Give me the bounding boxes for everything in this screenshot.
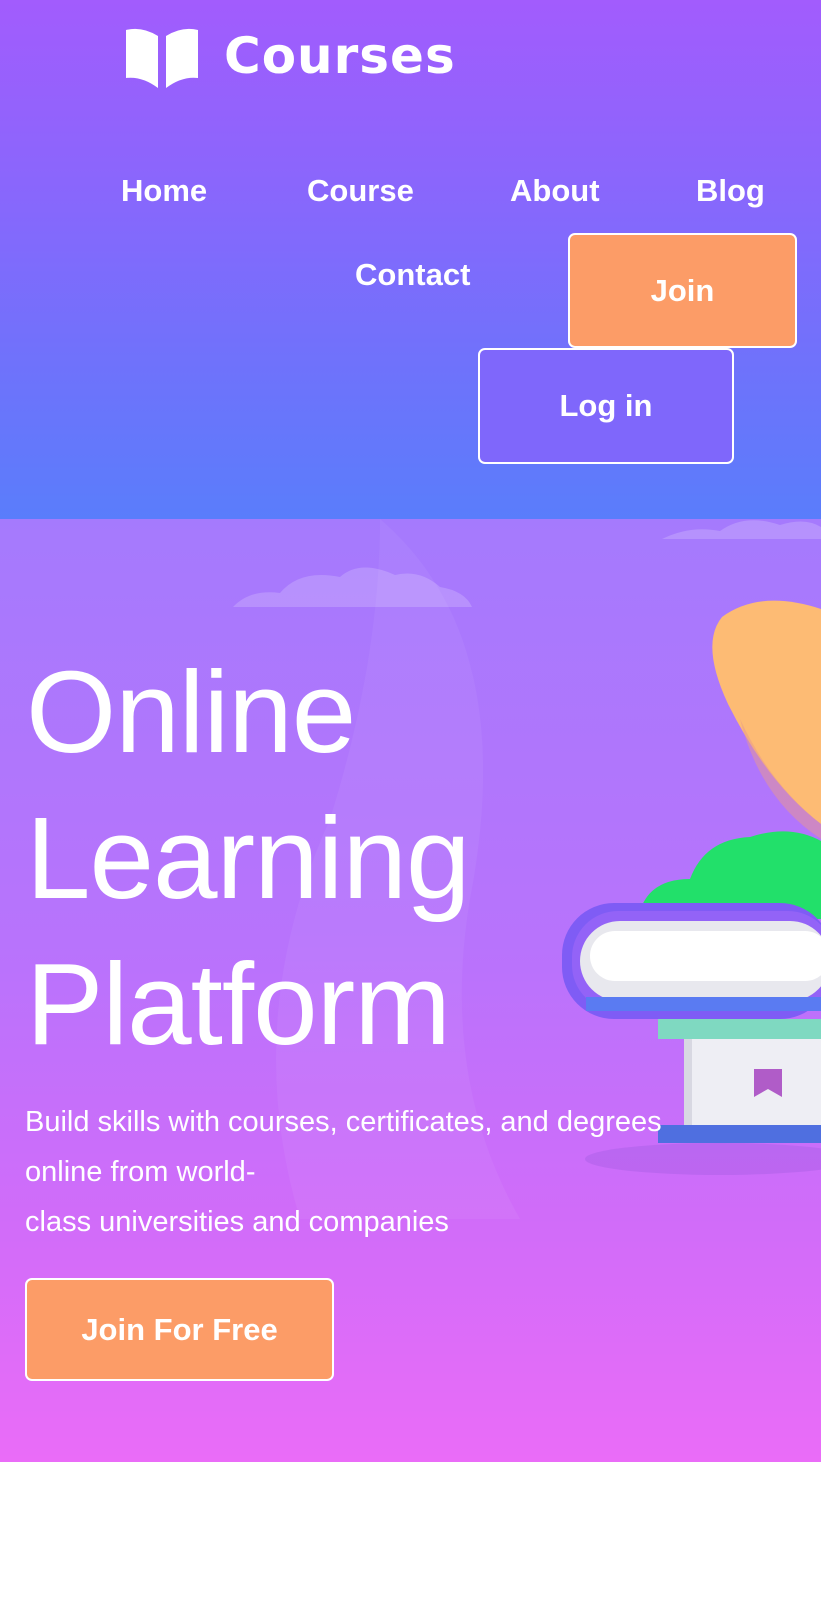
hero-title-line-2: Learning — [26, 793, 470, 923]
hero-title-line-1: Online — [26, 647, 356, 777]
hero-subtitle-line-3: class universities and companies — [25, 1206, 449, 1238]
nav-course[interactable]: Course — [307, 175, 414, 206]
nav-contact[interactable]: Contact — [355, 259, 470, 290]
hero-title-line-3: Platform — [26, 939, 451, 1069]
hero-subtitle-line-2: online from world- — [25, 1156, 256, 1188]
hero-subtitle-line-1: Build skills with courses, certificates,… — [25, 1106, 662, 1138]
brand-name: Courses — [224, 27, 456, 85]
nav-blog[interactable]: Blog — [696, 175, 765, 206]
login-button[interactable]: Log in — [478, 348, 734, 464]
hero-title: Online Learning Platform — [26, 639, 586, 1077]
open-book-icon — [126, 28, 198, 88]
nav-home[interactable]: Home — [121, 175, 207, 206]
join-button[interactable]: Join — [568, 233, 797, 348]
site-header: Courses Home Course About Blog Contact J… — [0, 0, 821, 519]
hero-section: Online Learning Platform Build skills wi… — [0, 519, 821, 1462]
nav-about[interactable]: About — [510, 175, 600, 206]
brand-logo[interactable]: Courses — [124, 22, 456, 90]
join-for-free-button[interactable]: Join For Free — [25, 1278, 334, 1381]
hero-subtitle: Build skills with courses, certificates,… — [25, 1097, 805, 1247]
